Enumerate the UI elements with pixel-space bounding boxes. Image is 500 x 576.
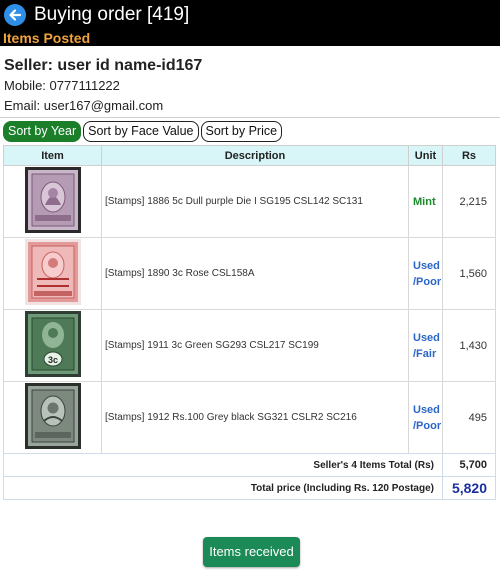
- divider: [0, 117, 500, 118]
- seller-email: Email: user167@gmail.com: [4, 98, 164, 113]
- item-price: 2,215: [442, 165, 496, 238]
- back-button[interactable]: [4, 4, 26, 26]
- sort-by-price-button[interactable]: Sort by Price: [200, 121, 283, 142]
- totals-table: Seller's 4 Items Total (Rs) 5,700 Total …: [3, 453, 496, 500]
- svg-text:3c: 3c: [47, 355, 57, 365]
- grand-total-value: 5,820: [442, 476, 496, 500]
- arrow-left-icon: [9, 9, 22, 21]
- item-price: 495: [442, 381, 496, 454]
- column-header-description: Description: [101, 145, 409, 166]
- table-row[interactable]: 3c [Stamps] 1911 3c Green SG293 CSL217 S…: [3, 309, 496, 382]
- table-row[interactable]: [Stamps] 1912 Rs.100 Grey black SG321 CS…: [3, 381, 496, 454]
- app-header: Buying order [419] Items Posted: [0, 0, 500, 46]
- item-description: [Stamps] 1911 3c Green SG293 CSL217 SC19…: [101, 309, 409, 382]
- items-total-value: 5,700: [442, 453, 496, 477]
- sort-controls: Sort by Year Sort by Face Value Sort by …: [3, 121, 283, 142]
- seller-name: Seller: user id name-id167: [4, 57, 203, 74]
- stamp-image[interactable]: [24, 383, 81, 449]
- grand-total-label: Total price (Including Rs. 120 Postage): [3, 476, 443, 500]
- item-unit: Mint: [408, 165, 443, 238]
- item-unit: Used /Poor: [408, 381, 443, 454]
- order-status: Items Posted: [3, 30, 91, 46]
- sort-by-face-value-button[interactable]: Sort by Face Value: [83, 121, 199, 142]
- grand-total-row: Total price (Including Rs. 120 Postage) …: [3, 476, 496, 500]
- stamp-image[interactable]: [24, 167, 81, 233]
- column-header-item: Item: [3, 145, 102, 166]
- page-title: Buying order [419]: [34, 4, 190, 25]
- items-total-row: Seller's 4 Items Total (Rs) 5,700: [3, 453, 496, 477]
- table-header-row: Item Description Unit Rs: [3, 145, 496, 166]
- item-price: 1,430: [442, 309, 496, 382]
- item-description: [Stamps] 1912 Rs.100 Grey black SG321 CS…: [101, 381, 409, 454]
- items-received-button[interactable]: Items received: [203, 537, 300, 567]
- stamp-image[interactable]: 3c: [24, 311, 81, 377]
- items-table: Item Description Unit Rs [Stamps] 1886 5…: [3, 145, 496, 454]
- column-header-price: Rs: [442, 145, 496, 166]
- item-unit: Used /Fair: [408, 309, 443, 382]
- item-description: [Stamps] 1890 3c Rose CSL158A: [101, 237, 409, 310]
- table-row[interactable]: [Stamps] 1890 3c Rose CSL158A Used /Poor…: [3, 237, 496, 310]
- stamp-image[interactable]: [24, 239, 81, 305]
- column-header-unit: Unit: [408, 145, 443, 166]
- item-unit: Used /Poor: [408, 237, 443, 310]
- seller-mobile: Mobile: 0777111222: [4, 78, 120, 93]
- table-row[interactable]: [Stamps] 1886 5c Dull purple Die I SG195…: [3, 165, 496, 238]
- sort-by-year-button[interactable]: Sort by Year: [3, 121, 82, 142]
- item-price: 1,560: [442, 237, 496, 310]
- item-description: [Stamps] 1886 5c Dull purple Die I SG195…: [101, 165, 409, 238]
- items-total-label: Seller's 4 Items Total (Rs): [3, 453, 443, 477]
